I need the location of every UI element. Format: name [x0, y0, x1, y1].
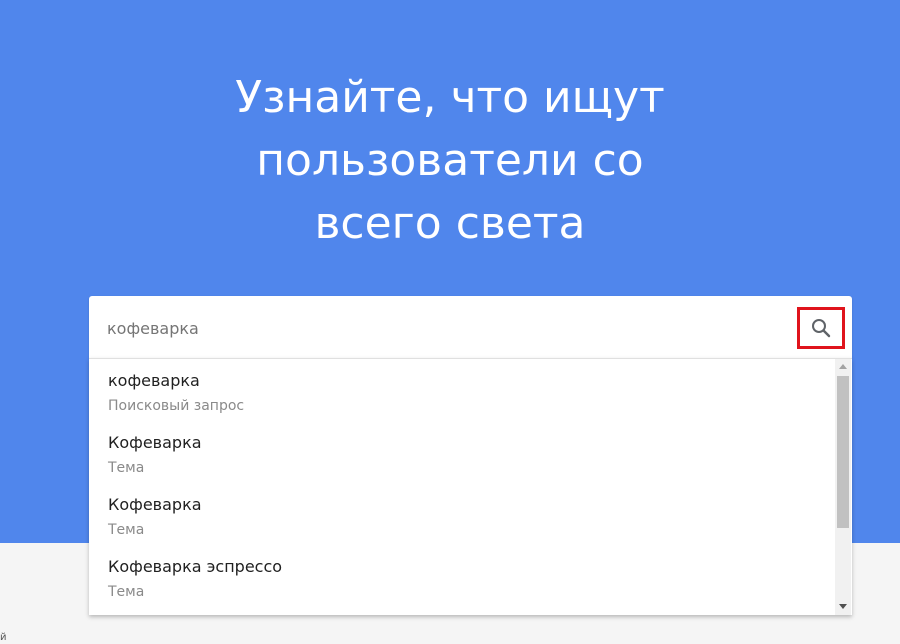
suggestion-title: Кофеварка эспрессо	[108, 557, 283, 576]
suggestion-title: Кофеварка	[108, 433, 202, 452]
hero-title-line: Узнайте, что ищут	[235, 72, 665, 123]
suggestion-type: Поисковый запрос	[108, 398, 245, 414]
scroll-down-icon[interactable]	[839, 604, 847, 609]
hero-title: Узнайте, что ищут пользователи со всего …	[0, 66, 900, 255]
search-box	[89, 296, 852, 358]
suggestion-item[interactable]: Кофеварка Тема	[89, 483, 835, 545]
suggestion-item[interactable]: Кофеварка Тема	[89, 421, 835, 483]
suggestions-dropdown: кофеварка Поисковый запрос Кофеварка Тем…	[89, 358, 852, 615]
dropdown-scrollbar[interactable]	[835, 359, 851, 615]
suggestion-item[interactable]: кофеварка Поисковый запрос	[89, 359, 835, 421]
search-button[interactable]	[797, 307, 845, 349]
footer-glyph: й	[0, 632, 7, 643]
suggestion-title: Кофеварка	[108, 495, 202, 514]
suggestion-item[interactable]: Кофеварка эспрессо Тема	[89, 545, 835, 607]
suggestion-title: кофеварка	[108, 371, 200, 390]
scroll-up-icon[interactable]	[839, 364, 847, 369]
hero-title-line: всего света	[314, 198, 586, 249]
search-input[interactable]	[107, 314, 797, 342]
suggestion-type: Тема	[108, 460, 145, 476]
suggestion-type: Тема	[108, 584, 145, 600]
hero-title-line: пользователи со	[256, 135, 644, 186]
search-icon	[812, 319, 831, 338]
suggestion-type: Тема	[108, 522, 145, 538]
scroll-thumb[interactable]	[837, 376, 849, 528]
